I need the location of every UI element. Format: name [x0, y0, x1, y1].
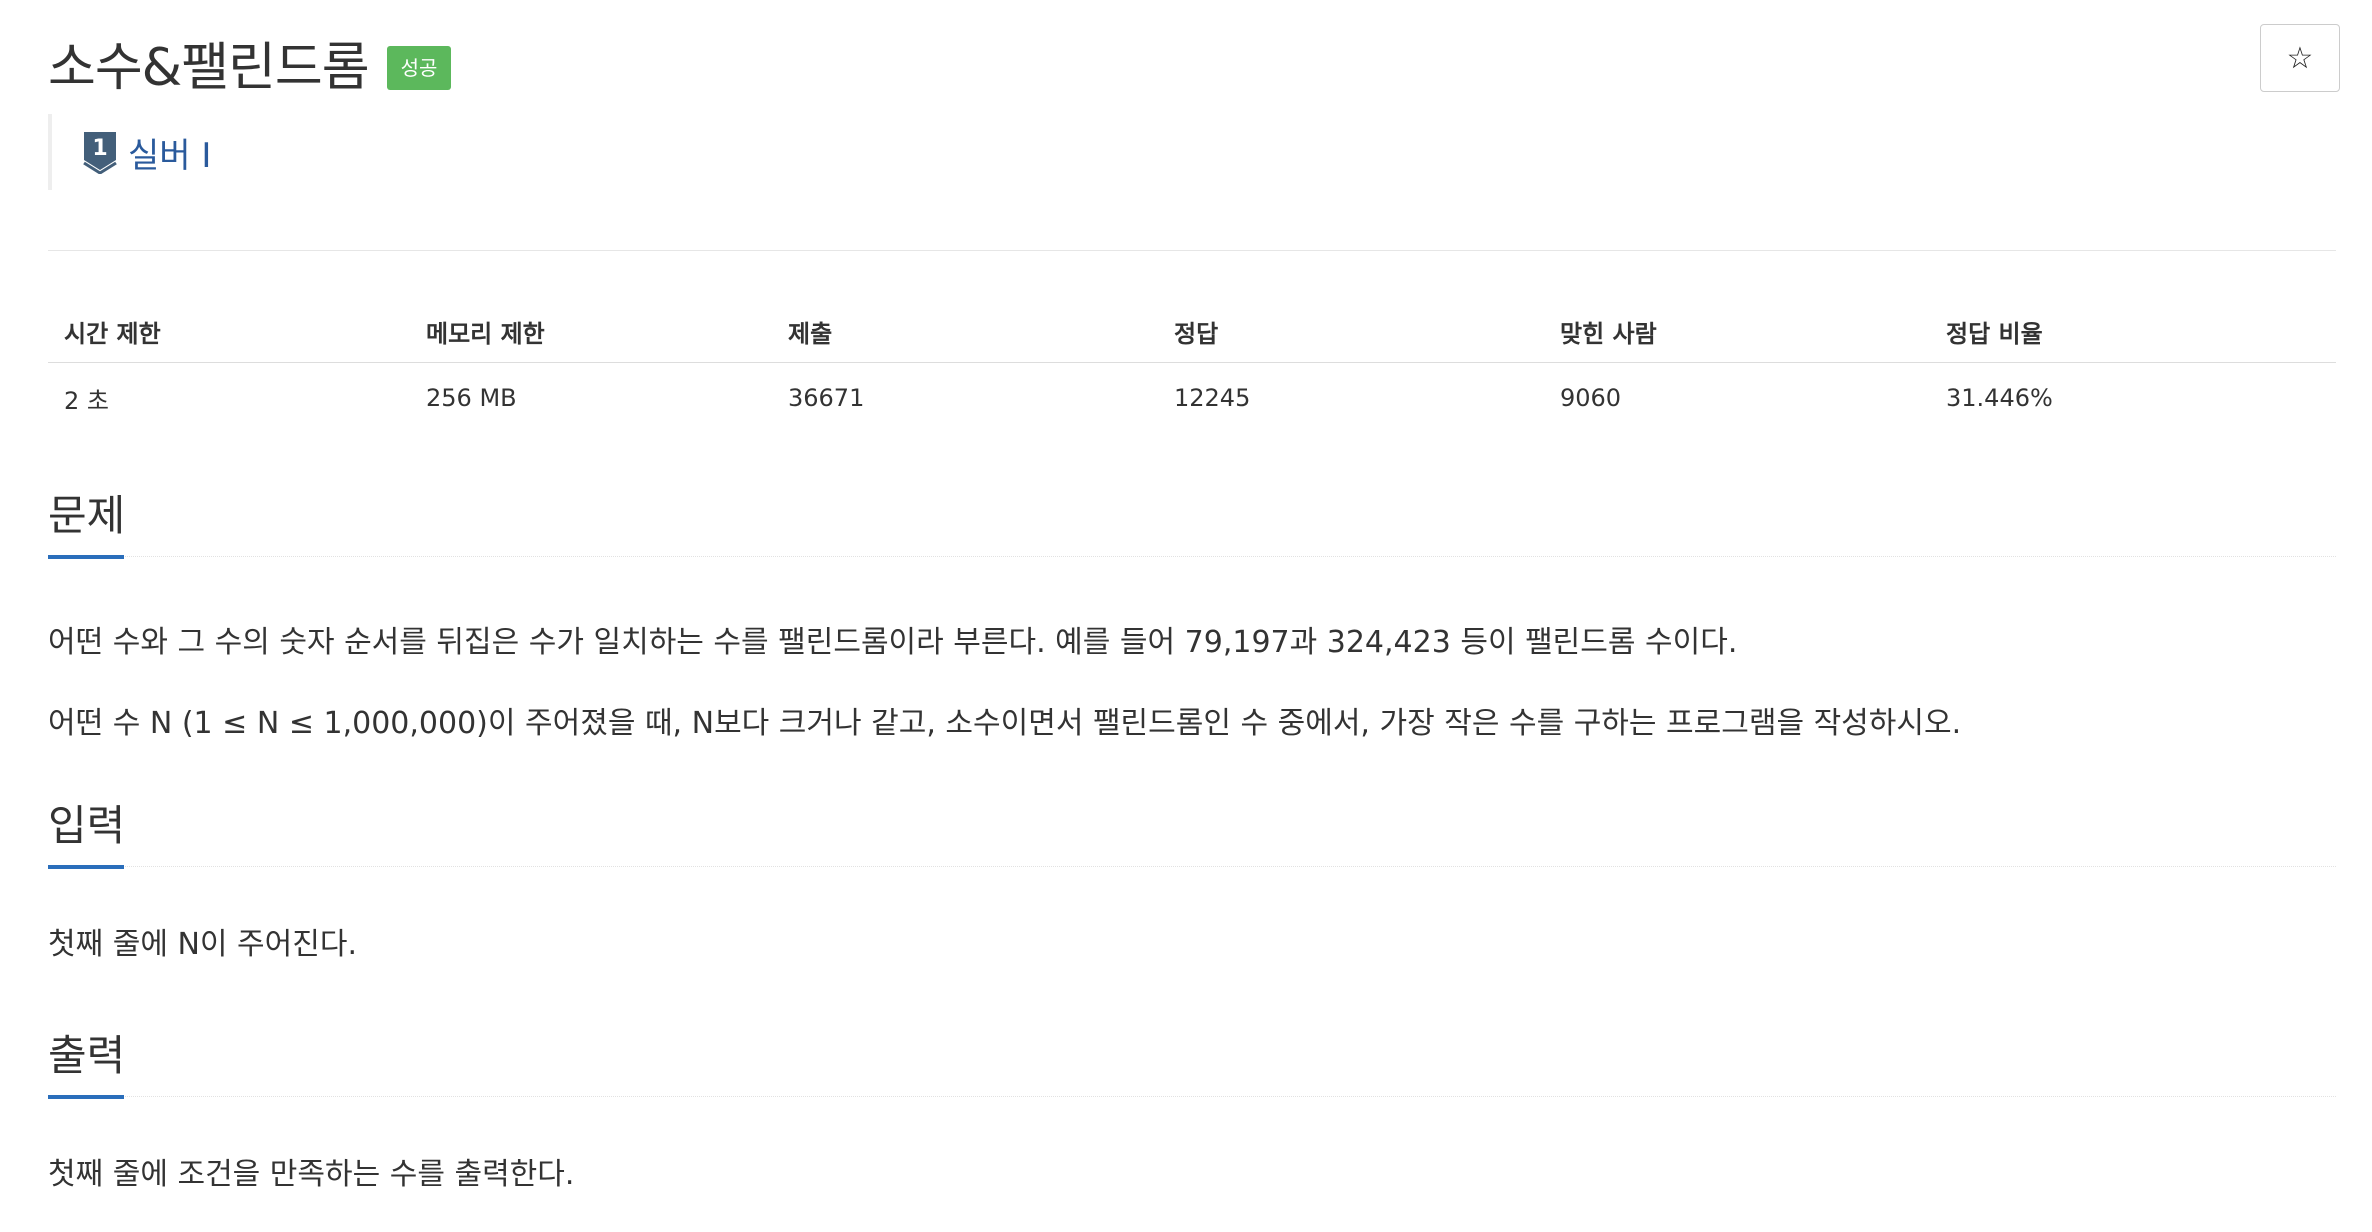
divider	[48, 250, 2336, 251]
submissions-value[interactable]: 36671	[772, 363, 1158, 434]
header-memory-limit: 메모리 제한	[410, 300, 772, 363]
section-underline	[48, 555, 124, 559]
section-output: 출력 첫째 줄에 조건을 만족하는 수를 출력한다.	[48, 1026, 2336, 1193]
header-accept-ratio: 정답 비율	[1930, 300, 2336, 363]
header-solved-users: 맞힌 사람	[1544, 300, 1930, 363]
section-underline	[48, 865, 124, 869]
input-description: 첫째 줄에 N이 주어진다.	[48, 927, 357, 962]
result-badge: 성공	[386, 46, 452, 90]
memory-limit-value: 256 MB	[426, 384, 517, 412]
problem-title: 소수&팰린드롬	[48, 37, 370, 98]
header-time-limit: 시간 제한	[48, 300, 410, 363]
accepted-value[interactable]: 12245	[1158, 363, 1544, 434]
header-accepted: 정답	[1158, 300, 1544, 363]
tier-badge-icon: 1	[83, 132, 117, 174]
tier-block: 1 실버 I	[48, 114, 211, 190]
description-paragraph: 어떤 수 N (1 ≤ N ≤ 1,000,000)이 주어졌을 때, N보다 …	[48, 706, 1962, 741]
time-limit-value: 2 초	[64, 386, 109, 415]
section-header: 문제	[48, 486, 2336, 559]
tier-label[interactable]: 실버 I	[128, 128, 211, 177]
info-table-row: 2 초 256 MB 36671 12245 9060 31.446%	[48, 363, 2336, 434]
section-underline	[48, 1095, 124, 1099]
section-title: 출력	[48, 1031, 126, 1080]
description-paragraph: 어떤 수와 그 수의 숫자 순서를 뒤집은 수가 일치하는 수를 팰린드롬이라 …	[48, 625, 1738, 660]
problem-info-table: 시간 제한 메모리 제한 제출 정답 맞힌 사람 정답 비율 2 초 256 M…	[48, 300, 2336, 433]
title-row: 소수&팰린드롬 성공	[48, 22, 452, 102]
info-table-header-row: 시간 제한 메모리 제한 제출 정답 맞힌 사람 정답 비율	[48, 300, 2336, 363]
tier-number: 1	[92, 136, 107, 161]
solved-users-value[interactable]: 9060	[1544, 363, 1930, 434]
section-input: 입력 첫째 줄에 N이 주어진다.	[48, 796, 2336, 963]
output-description: 첫째 줄에 조건을 만족하는 수를 출력한다.	[48, 1157, 575, 1192]
star-icon: ☆	[2286, 40, 2314, 76]
section-description: 문제 어떤 수와 그 수의 숫자 순서를 뒤집은 수가 일치하는 수를 팰린드롬…	[48, 486, 2336, 742]
section-header: 출력	[48, 1026, 2336, 1099]
favorite-button[interactable]: ☆	[2260, 24, 2340, 92]
header-submissions: 제출	[772, 300, 1158, 363]
section-title: 입력	[48, 801, 126, 850]
section-title: 문제	[48, 491, 126, 540]
section-header: 입력	[48, 796, 2336, 869]
accept-ratio-value: 31.446%	[1946, 384, 2053, 412]
